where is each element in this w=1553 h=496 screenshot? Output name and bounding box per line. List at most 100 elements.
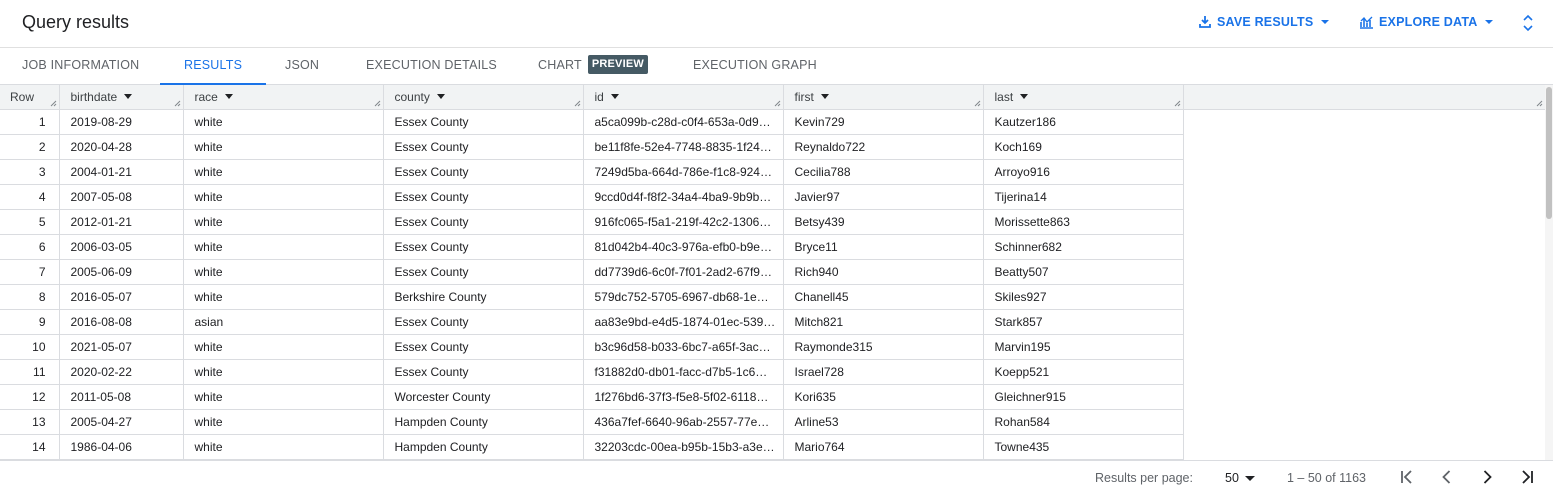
- cell-county[interactable]: Essex County: [383, 309, 584, 335]
- cell-last[interactable]: Kautzer186: [983, 109, 1184, 135]
- resize-grip-icon[interactable]: [1536, 100, 1543, 107]
- resize-grip-icon[interactable]: [374, 100, 381, 107]
- cell-birthdate[interactable]: 2007-05-08: [59, 184, 184, 210]
- sort-icon[interactable]: [436, 94, 445, 100]
- tab-execution-graph[interactable]: EXECUTION GRAPH: [693, 48, 817, 84]
- row-number-cell[interactable]: 12: [0, 384, 60, 410]
- column-header-last[interactable]: last: [983, 85, 1184, 110]
- tab-job-information[interactable]: JOB INFORMATION: [22, 48, 139, 84]
- cell-first[interactable]: Kori635: [783, 384, 984, 410]
- row-number-cell[interactable]: 1: [0, 109, 60, 135]
- cell-last[interactable]: Rohan584: [983, 409, 1184, 435]
- cell-last[interactable]: Morissette863: [983, 209, 1184, 235]
- row-number-cell[interactable]: 13: [0, 409, 60, 435]
- resize-grip-icon[interactable]: [1174, 100, 1181, 107]
- cell-county[interactable]: Worcester County: [383, 384, 584, 410]
- cell-county[interactable]: Essex County: [383, 134, 584, 160]
- cell-first[interactable]: Reynaldo722: [783, 134, 984, 160]
- cell-last[interactable]: Marvin195: [983, 334, 1184, 360]
- explore-data-button[interactable]: EXPLORE DATA: [1359, 15, 1496, 29]
- cell-county[interactable]: Essex County: [383, 359, 584, 385]
- results-per-page-select[interactable]: 50: [1225, 471, 1255, 485]
- cell-race[interactable]: asian: [183, 309, 384, 335]
- next-page-icon[interactable]: [1478, 468, 1496, 489]
- tab-execution-details[interactable]: EXECUTION DETAILS: [366, 48, 497, 84]
- cell-race[interactable]: white: [183, 134, 384, 160]
- cell-last[interactable]: Beatty507: [983, 259, 1184, 285]
- column-header-birthdate[interactable]: birthdate: [59, 85, 184, 110]
- cell-id[interactable]: f31882d0-db01-facc-d7b5-1c6…: [583, 359, 784, 385]
- cell-county[interactable]: Essex County: [383, 234, 584, 260]
- cell-first[interactable]: Chanell45: [783, 284, 984, 310]
- cell-first[interactable]: Cecilia788: [783, 159, 984, 185]
- cell-id[interactable]: 7249d5ba-664d-786e-f1c8-924…: [583, 159, 784, 185]
- cell-last[interactable]: Towne435: [983, 434, 1184, 460]
- cell-id[interactable]: 1f276bd6-37f3-f5e8-5f02-6118…: [583, 384, 784, 410]
- row-number-cell[interactable]: 5: [0, 209, 60, 235]
- cell-county[interactable]: Hampden County: [383, 409, 584, 435]
- row-number-cell[interactable]: 10: [0, 334, 60, 360]
- resize-grip-icon[interactable]: [774, 100, 781, 107]
- cell-first[interactable]: Kevin729: [783, 109, 984, 135]
- cell-first[interactable]: Mitch821: [783, 309, 984, 335]
- row-number-cell[interactable]: 14: [0, 434, 60, 460]
- column-header-first[interactable]: first: [783, 85, 984, 110]
- save-results-button[interactable]: SAVE RESULTS: [1198, 15, 1332, 29]
- scrollbar-thumb[interactable]: [1546, 87, 1552, 219]
- cell-county[interactable]: Essex County: [383, 334, 584, 360]
- cell-id[interactable]: be11f8fe-52e4-7748-8835-1f24…: [583, 134, 784, 160]
- cell-id[interactable]: dd7739d6-6c0f-7f01-2ad2-67f9…: [583, 259, 784, 285]
- resize-grip-icon[interactable]: [974, 100, 981, 107]
- sort-icon[interactable]: [1020, 94, 1029, 100]
- cell-race[interactable]: white: [183, 384, 384, 410]
- sort-icon[interactable]: [124, 94, 133, 100]
- resize-grip-icon[interactable]: [50, 100, 57, 107]
- cell-county[interactable]: Berkshire County: [383, 284, 584, 310]
- unfold-icon[interactable]: [1521, 13, 1535, 38]
- cell-race[interactable]: white: [183, 284, 384, 310]
- cell-race[interactable]: white: [183, 209, 384, 235]
- cell-birthdate[interactable]: 2004-01-21: [59, 159, 184, 185]
- cell-first[interactable]: Raymonde315: [783, 334, 984, 360]
- prev-page-icon[interactable]: [1438, 468, 1456, 489]
- column-header-id[interactable]: id: [583, 85, 784, 110]
- cell-birthdate[interactable]: 2020-04-28: [59, 134, 184, 160]
- cell-race[interactable]: white: [183, 234, 384, 260]
- cell-race[interactable]: white: [183, 159, 384, 185]
- last-page-icon[interactable]: [1518, 468, 1536, 489]
- cell-county[interactable]: Essex County: [383, 209, 584, 235]
- row-number-cell[interactable]: 9: [0, 309, 60, 335]
- tab-results[interactable]: RESULTS: [159, 48, 267, 85]
- cell-first[interactable]: Javier97: [783, 184, 984, 210]
- row-number-cell[interactable]: 4: [0, 184, 60, 210]
- sort-icon[interactable]: [224, 94, 233, 100]
- sort-icon[interactable]: [610, 94, 619, 100]
- cell-id[interactable]: 81d042b4-40c3-976a-efb0-b9e…: [583, 234, 784, 260]
- tab-chart[interactable]: CHART PREVIEW: [538, 48, 648, 84]
- row-number-cell[interactable]: 8: [0, 284, 60, 310]
- cell-first[interactable]: Rich940: [783, 259, 984, 285]
- cell-race[interactable]: white: [183, 109, 384, 135]
- cell-race[interactable]: white: [183, 259, 384, 285]
- cell-county[interactable]: Hampden County: [383, 434, 584, 460]
- cell-id[interactable]: 916fc065-f5a1-219f-42c2-1306…: [583, 209, 784, 235]
- cell-county[interactable]: Essex County: [383, 259, 584, 285]
- vertical-scrollbar[interactable]: [1545, 85, 1553, 460]
- cell-birthdate[interactable]: 2016-08-08: [59, 309, 184, 335]
- cell-birthdate[interactable]: 2006-03-05: [59, 234, 184, 260]
- cell-race[interactable]: white: [183, 334, 384, 360]
- cell-id[interactable]: 32203cdc-00ea-b95b-15b3-a3e…: [583, 434, 784, 460]
- cell-first[interactable]: Arline53: [783, 409, 984, 435]
- column-header-county[interactable]: county: [383, 85, 584, 110]
- cell-id[interactable]: aa83e9bd-e4d5-1874-01ec-539…: [583, 309, 784, 335]
- cell-birthdate[interactable]: 1986-04-06: [59, 434, 184, 460]
- cell-last[interactable]: Stark857: [983, 309, 1184, 335]
- cell-county[interactable]: Essex County: [383, 159, 584, 185]
- cell-last[interactable]: Koepp521: [983, 359, 1184, 385]
- column-header-race[interactable]: race: [183, 85, 384, 110]
- cell-first[interactable]: Mario764: [783, 434, 984, 460]
- cell-last[interactable]: Tijerina14: [983, 184, 1184, 210]
- row-number-cell[interactable]: 11: [0, 359, 60, 385]
- cell-county[interactable]: Essex County: [383, 184, 584, 210]
- cell-last[interactable]: Skiles927: [983, 284, 1184, 310]
